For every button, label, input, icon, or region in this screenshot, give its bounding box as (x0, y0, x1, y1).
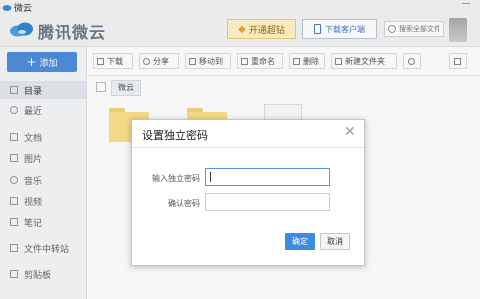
password-input[interactable] (209, 170, 319, 184)
text-caret (210, 172, 211, 182)
dialog-divider (132, 147, 364, 148)
password-label: 输入独立密码 (152, 174, 200, 183)
confirm-button[interactable]: 确定 (285, 233, 315, 250)
confirm-password-field[interactable] (205, 193, 330, 211)
close-icon[interactable]: ✕ (344, 125, 356, 139)
cancel-button[interactable]: 取消 (320, 233, 350, 250)
set-password-dialog: 设置独立密码 ✕ 输入独立密码 确认密码 确定 取消 (131, 119, 365, 266)
confirm-password-label: 确认密码 (168, 199, 200, 208)
password-field[interactable] (205, 168, 330, 186)
dialog-title: 设置独立密码 (142, 129, 208, 142)
confirm-password-input[interactable] (209, 195, 319, 209)
